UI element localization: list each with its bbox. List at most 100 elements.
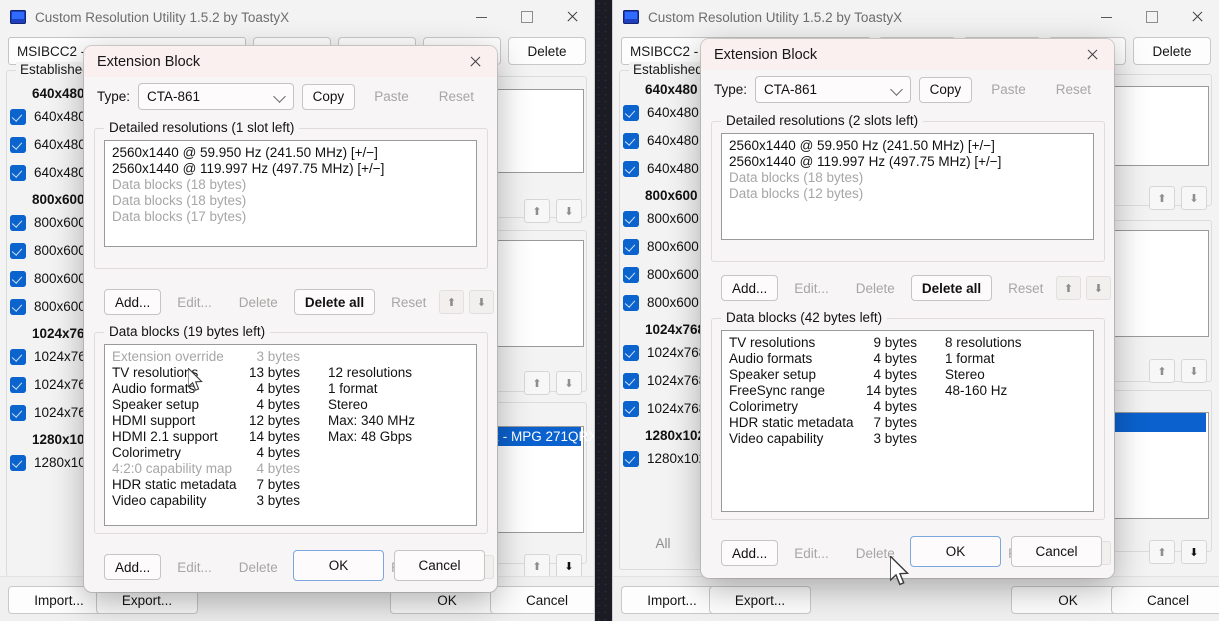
paste-button[interactable]: Paste <box>980 77 1037 103</box>
table-row[interactable]: FreeSync range 14 bytes 48-160 Hz <box>722 383 1093 399</box>
table-row[interactable]: Extension override 3 bytes <box>105 349 476 365</box>
select-all-button[interactable]: All <box>623 529 703 557</box>
close-button[interactable] <box>549 0 594 34</box>
list-item[interactable]: Data blocks (18 bytes) <box>105 177 476 193</box>
reset-button[interactable]: Reset <box>380 289 437 315</box>
move-down-button[interactable]: ⬇ <box>469 290 494 314</box>
delete-button[interactable]: Delete <box>228 554 289 580</box>
table-row[interactable]: TV resolutions 13 bytes 12 resolutions <box>105 365 476 381</box>
add-button[interactable]: Add... <box>721 540 779 566</box>
move-up-button[interactable]: ⬆ <box>1149 540 1175 564</box>
checkbox-checked-icon[interactable] <box>623 132 639 149</box>
table-row[interactable]: 4:2:0 capability map 4 bytes <box>105 461 476 477</box>
table-row[interactable]: HDR static metadata 7 bytes <box>722 415 1093 431</box>
checkbox-checked-icon[interactable] <box>10 376 26 393</box>
list-item[interactable]: Data blocks (12 bytes) <box>722 186 1093 202</box>
dialog-close-button[interactable] <box>453 46 497 77</box>
move-down-button[interactable]: ⬇ <box>556 554 582 578</box>
add-button[interactable]: Add... <box>721 275 779 301</box>
ok-button[interactable]: OK <box>910 536 1001 567</box>
move-up-button[interactable]: ⬆ <box>524 554 550 578</box>
table-row[interactable]: HDMI 2.1 support 14 bytes Max: 48 Gbps <box>105 429 476 445</box>
list-item[interactable]: 2560x1440 @ 59.950 Hz (241.50 MHz) [+/−] <box>105 145 476 161</box>
list-item[interactable]: 2560x1440 @ 119.997 Hz (497.75 MHz) [+/−… <box>105 161 476 177</box>
checkbox-checked-icon[interactable] <box>10 298 26 315</box>
edit-button[interactable]: Edit... <box>166 554 223 580</box>
minimize-button[interactable] <box>1084 0 1129 34</box>
checkbox-checked-icon[interactable] <box>623 160 639 177</box>
list-item[interactable]: 2560x1440 @ 59.950 Hz (241.50 MHz) [+/−] <box>722 138 1093 154</box>
cancel-button[interactable]: Cancel <box>490 586 594 614</box>
ok-button[interactable]: OK <box>293 550 384 581</box>
table-row[interactable]: Video capability 3 bytes <box>105 493 476 509</box>
checkbox-checked-icon[interactable] <box>10 270 26 287</box>
checkbox-checked-icon[interactable] <box>623 294 639 311</box>
move-up-button[interactable]: ⬆ <box>524 371 550 395</box>
checkbox-checked-icon[interactable] <box>623 210 639 227</box>
import-button[interactable]: Import... <box>621 586 723 614</box>
table-row[interactable]: Speaker setup 4 bytes Stereo <box>105 397 476 413</box>
delete-button[interactable]: Delete <box>508 37 586 65</box>
cancel-button[interactable]: Cancel <box>1111 586 1219 614</box>
move-down-button[interactable]: ⬇ <box>556 199 582 223</box>
reset-button[interactable]: Reset <box>997 275 1054 301</box>
checkbox-checked-icon[interactable] <box>623 238 639 255</box>
data-blocks-list[interactable]: TV resolutions 9 bytes 8 resolutions Audio… <box>721 330 1094 512</box>
table-row[interactable]: Video capability 3 bytes <box>722 431 1093 447</box>
edit-button[interactable]: Edit... <box>783 540 840 566</box>
move-down-button[interactable]: ⬇ <box>1181 359 1207 383</box>
delete-all-button[interactable]: Delete all <box>910 275 993 301</box>
checkbox-checked-icon[interactable] <box>10 136 26 153</box>
detailed-resolutions-list[interactable]: 2560x1440 @ 59.950 Hz (241.50 MHz) [+/−]… <box>104 140 477 247</box>
table-row[interactable]: TV resolutions 9 bytes 8 resolutions <box>722 335 1093 351</box>
cancel-button[interactable]: Cancel <box>1011 536 1102 567</box>
edit-button[interactable]: Edit... <box>166 289 223 315</box>
table-row[interactable]: HDR static metadata 7 bytes <box>105 477 476 493</box>
copy-button[interactable]: Copy <box>301 83 356 110</box>
move-down-button[interactable]: ⬇ <box>1181 540 1207 564</box>
type-select[interactable]: CTA-861 <box>138 83 294 110</box>
delete-button[interactable]: Delete <box>845 275 906 301</box>
maximize-button[interactable] <box>504 0 549 34</box>
checkbox-checked-icon[interactable] <box>623 344 639 361</box>
data-blocks-list[interactable]: Extension override 3 bytes TV resolutions… <box>104 344 477 526</box>
reset-button[interactable]: Reset <box>1045 77 1102 103</box>
delete-all-button[interactable]: Delete all <box>293 289 376 315</box>
table-row[interactable]: HDMI support 12 bytes Max: 340 MHz <box>105 413 476 429</box>
reset-button[interactable]: Reset <box>428 84 485 110</box>
checkbox-checked-icon[interactable] <box>10 242 26 259</box>
checkbox-checked-icon[interactable] <box>623 266 639 283</box>
move-up-button[interactable]: ⬆ <box>1149 186 1175 210</box>
checkbox-checked-icon[interactable] <box>10 164 26 181</box>
checkbox-checked-icon[interactable] <box>623 104 639 121</box>
list-item[interactable]: Data blocks (18 bytes) <box>105 193 476 209</box>
delete-button[interactable]: Delete <box>1133 37 1211 65</box>
list-item[interactable]: 2560x1440 @ 119.997 Hz (497.75 MHz) [+/−… <box>722 154 1093 170</box>
table-row[interactable]: Audio formats 4 bytes 1 format <box>722 351 1093 367</box>
checkbox-checked-icon[interactable] <box>623 372 639 389</box>
detailed-resolutions-list[interactable]: 2560x1440 @ 59.950 Hz (241.50 MHz) [+/−]… <box>721 133 1094 240</box>
checkbox-checked-icon[interactable] <box>10 108 26 125</box>
move-up-button[interactable]: ⬆ <box>524 199 550 223</box>
table-row[interactable]: Speaker setup 4 bytes Stereo <box>722 367 1093 383</box>
close-button[interactable] <box>1174 0 1219 34</box>
dialog-close-button[interactable] <box>1070 39 1114 70</box>
paste-button[interactable]: Paste <box>363 84 420 110</box>
move-down-button[interactable]: ⬇ <box>556 371 582 395</box>
list-item[interactable]: Data blocks (17 bytes) <box>105 209 476 225</box>
list-item[interactable]: Data blocks (18 bytes) <box>722 170 1093 186</box>
delete-button[interactable]: Delete <box>845 540 906 566</box>
edit-button[interactable]: Edit... <box>783 275 840 301</box>
copy-button[interactable]: Copy <box>918 76 973 103</box>
checkbox-checked-icon[interactable] <box>623 450 639 467</box>
delete-button[interactable]: Delete <box>228 289 289 315</box>
checkbox-checked-icon[interactable] <box>623 400 639 417</box>
type-select[interactable]: CTA-861 <box>755 76 911 103</box>
move-down-button[interactable]: ⬇ <box>1086 276 1111 300</box>
checkbox-checked-icon[interactable] <box>10 348 26 365</box>
move-up-button[interactable]: ⬆ <box>439 290 464 314</box>
move-up-button[interactable]: ⬆ <box>1056 276 1081 300</box>
cancel-button[interactable]: Cancel <box>394 550 485 581</box>
table-row[interactable]: Colorimetry 4 bytes <box>105 445 476 461</box>
minimize-button[interactable] <box>459 0 504 34</box>
